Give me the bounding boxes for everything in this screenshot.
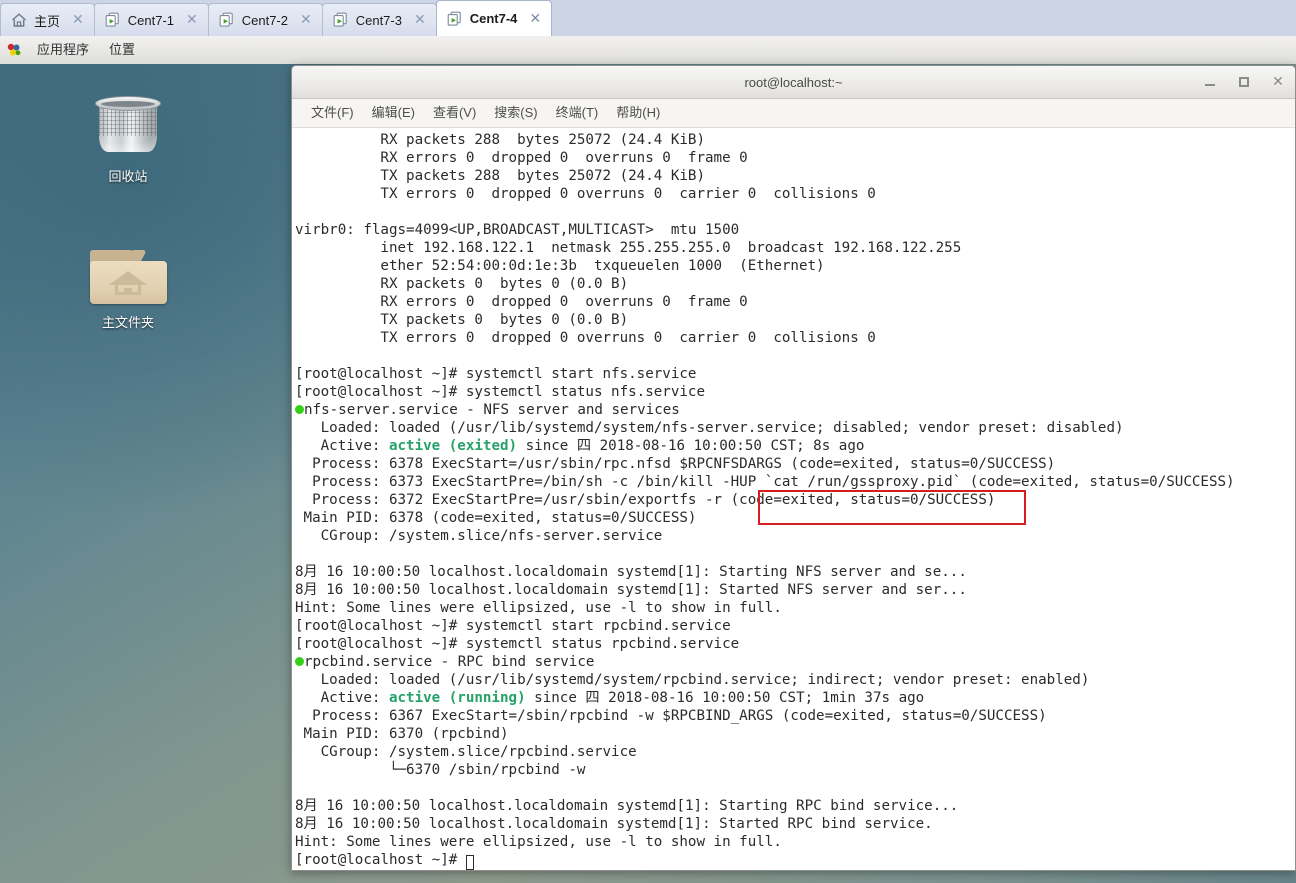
tab-close-icon[interactable]: ✕ (70, 13, 86, 27)
terminal-line: [root@localhost ~]# systemctl status nfs… (295, 384, 705, 400)
terminal-line: nfs-server.service - NFS server and serv… (294, 401, 1295, 419)
window-controls: ✕ (1201, 66, 1287, 98)
applications-menu-icon (6, 42, 22, 58)
terminal-line: Process: 6367 ExecStart=/sbin/rpcbind -w… (295, 708, 1047, 724)
tab-close-icon[interactable]: ✕ (184, 13, 200, 27)
home-folder-icon (72, 236, 184, 310)
terminal-line: RX packets 288 bytes 25072 (24.4 KiB) (295, 132, 705, 148)
close-icon[interactable]: ✕ (1269, 73, 1287, 91)
terminal-line: CGroup: /system.slice/nfs-server.service (295, 528, 663, 544)
terminal-line: [root@localhost ~]# systemctl start rpcb… (295, 618, 731, 634)
terminal-line: Loaded: loaded (/usr/lib/systemd/system/… (295, 672, 1090, 688)
terminal-line: 8月 16 10:00:50 localhost.localdomain sys… (295, 582, 967, 598)
vm-icon (104, 11, 122, 29)
gnome-top-panel: 应用程序 位置 (0, 36, 1296, 65)
terminal-line: TX errors 0 dropped 0 overruns 0 carrier… (295, 330, 876, 346)
vm-tab-2[interactable]: Cent7-2 ✕ (207, 3, 323, 36)
terminal-window: root@localhost:~ ✕ 文件(F) 编辑(E) 查看(V) 搜索(S) 终… (291, 65, 1296, 871)
terminal-menu-item-3[interactable]: 搜索(S) (485, 102, 546, 124)
vm-icon (332, 11, 350, 29)
service-active-state: active (running) (388, 690, 526, 706)
terminal-line: Hint: Some lines were ellipsized, use -l… (295, 834, 782, 850)
terminal-line: ether 52:54:00:0d:1e:3b txqueuelen 1000 … (295, 258, 825, 274)
terminal-line: Hint: Some lines were ellipsized, use -l… (295, 600, 782, 616)
tab-close-icon[interactable]: ✕ (298, 13, 314, 27)
vm-tab-3[interactable]: Cent7-3 ✕ (321, 3, 437, 36)
terminal-line: Process: 6372 ExecStartPre=/usr/sbin/exp… (295, 492, 996, 508)
terminal-line: 8月 16 10:00:50 localhost.localdomain sys… (295, 564, 967, 580)
vm-tab-label: 主页 (34, 13, 61, 29)
service-active-state: active (exited) (388, 438, 518, 454)
tab-close-icon[interactable]: ✕ (527, 12, 543, 26)
terminal-line: TX packets 0 bytes 0 (0.0 B) (295, 312, 629, 328)
terminal-line: Active: active (running) since 四 2018-08… (295, 690, 925, 706)
terminal-line: Loaded: loaded (/usr/lib/systemd/system/… (295, 420, 1124, 436)
terminal-line: Main PID: 6378 (code=exited, status=0/SU… (295, 510, 697, 526)
terminal-line: Main PID: 6370 (rpcbind) (295, 726, 509, 742)
terminal-line: CGroup: /system.slice/rpcbind.service (295, 744, 637, 760)
minimize-icon[interactable] (1201, 73, 1219, 91)
vm-tab-0[interactable]: 主页 ✕ (0, 3, 95, 36)
terminal-output[interactable]: RX packets 288 bytes 25072 (24.4 KiB) RX… (292, 128, 1295, 870)
desktop-icon-label: 回收站 (108, 169, 148, 184)
terminal-cursor (465, 855, 474, 870)
terminal-line: [root@localhost ~]# (294, 851, 1295, 870)
home-icon (10, 11, 28, 29)
terminal-line: Active: active (exited) since 四 2018-08-… (295, 438, 865, 454)
terminal-line: TX packets 288 bytes 25072 (24.4 KiB) (295, 168, 705, 184)
vm-tab-label: Cent7-4 (469, 11, 518, 26)
terminal-title: root@localhost:~ (744, 74, 843, 90)
terminal-menubar: 文件(F) 编辑(E) 查看(V) 搜索(S) 终端(T) 帮助(H) (292, 99, 1295, 128)
terminal-line: virbr0: flags=4099<UP,BROADCAST,MULTICAS… (295, 222, 740, 238)
terminal-line: └─6370 /sbin/rpcbind -w (295, 762, 586, 778)
service-status-dot-icon (295, 656, 304, 666)
panel-item-applications[interactable]: 应用程序 (27, 37, 99, 63)
terminal-menu-item-2[interactable]: 查看(V) (424, 102, 485, 124)
terminal-line: Process: 6378 ExecStart=/usr/sbin/rpc.nf… (295, 456, 1056, 472)
vm-tab-label: Cent7-2 (241, 12, 288, 28)
terminal-titlebar[interactable]: root@localhost:~ ✕ (292, 66, 1295, 99)
terminal-menu-item-5[interactable]: 帮助(H) (607, 102, 669, 124)
terminal-menu-item-0[interactable]: 文件(F) (302, 102, 363, 124)
terminal-line: inet 192.168.122.1 netmask 255.255.255.0… (295, 240, 962, 256)
trash-icon (72, 90, 184, 164)
terminal-menu-item-4[interactable]: 终端(T) (547, 102, 608, 124)
terminal-line: RX errors 0 dropped 0 overruns 0 frame 0 (295, 294, 748, 310)
vm-tab-label: Cent7-1 (127, 12, 174, 28)
vm-tab-label: Cent7-3 (355, 12, 402, 28)
terminal-line: rpcbind.service - RPC bind service (294, 653, 1295, 671)
terminal-line: RX errors 0 dropped 0 overruns 0 frame 0 (295, 150, 748, 166)
desktop-icon-label: 主文件夹 (101, 315, 154, 330)
terminal-line: Process: 6373 ExecStartPre=/bin/sh -c /b… (295, 474, 1235, 490)
screen: 主页 ✕ Cent7-1 ✕ Cent7-2 ✕ Cent7-3 ✕ Cent7-4 ✕ 应用程序… (0, 0, 1296, 883)
terminal-line: TX errors 0 dropped 0 overruns 0 carrier… (295, 186, 876, 202)
vm-icon (446, 10, 464, 28)
terminal-line: RX packets 0 bytes 0 (0.0 B) (295, 276, 629, 292)
vm-icon (218, 11, 236, 29)
desktop-icon-trash[interactable]: 回收站 (72, 90, 184, 185)
terminal-line: [root@localhost ~]# systemctl status rpc… (295, 636, 740, 652)
terminal-menu-item-1[interactable]: 编辑(E) (363, 102, 424, 124)
vm-tab-1[interactable]: Cent7-1 ✕ (93, 3, 209, 36)
panel-item-places[interactable]: 位置 (99, 37, 145, 63)
vm-tab-4[interactable]: Cent7-4 ✕ (435, 0, 553, 36)
service-status-dot-icon (295, 404, 304, 414)
terminal-line: 8月 16 10:00:50 localhost.localdomain sys… (295, 798, 959, 814)
terminal-line: [root@localhost ~]# systemctl start nfs.… (295, 366, 697, 382)
maximize-icon[interactable] (1235, 73, 1253, 91)
vm-tab-bar: 主页 ✕ Cent7-1 ✕ Cent7-2 ✕ Cent7-3 ✕ Cent7-4 ✕ (0, 0, 1296, 36)
terminal-line: 8月 16 10:00:50 localhost.localdomain sys… (295, 816, 933, 832)
tab-close-icon[interactable]: ✕ (412, 13, 428, 27)
desktop-icon-home-folder[interactable]: 主文件夹 (72, 236, 184, 331)
